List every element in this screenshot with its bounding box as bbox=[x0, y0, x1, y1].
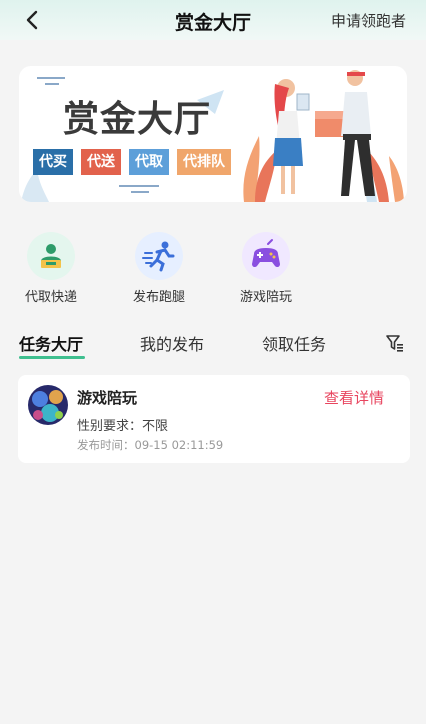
promo-banner[interactable]: 赏金大厅 代买 代送 代取 代排队 bbox=[19, 66, 407, 202]
category-errand[interactable]: 发布跑腿 bbox=[119, 232, 199, 305]
apply-runner-button[interactable]: 申请领跑者 bbox=[331, 10, 406, 31]
view-details-link[interactable]: 查看详情 bbox=[324, 387, 384, 408]
avatar bbox=[28, 385, 68, 425]
tag-queue: 代排队 bbox=[177, 149, 231, 175]
category-courier-label: 代取快递 bbox=[24, 290, 77, 305]
category-courier[interactable]: 代取快递 bbox=[11, 232, 91, 305]
gender-requirement: 性别要求：不限 bbox=[77, 419, 169, 434]
task-title: 游戏陪玩 bbox=[77, 389, 138, 407]
tab-claimed-tasks[interactable]: 领取任务 bbox=[262, 331, 326, 355]
tag-deliver: 代送 bbox=[81, 149, 121, 175]
runner-icon bbox=[135, 232, 183, 280]
gamepad-icon bbox=[242, 232, 290, 280]
publish-time: 发布时间：09-15 02:11:59 bbox=[77, 438, 224, 452]
tab-task-hall[interactable]: 任务大厅 bbox=[19, 331, 83, 355]
category-errand-label: 发布跑腿 bbox=[132, 290, 185, 305]
active-tab-indicator bbox=[19, 356, 85, 359]
header-bar: 赏金大厅 申请领跑者 bbox=[0, 0, 426, 40]
tab-my-posts[interactable]: 我的发布 bbox=[140, 331, 204, 355]
filter-icon[interactable] bbox=[385, 333, 405, 353]
tag-pickup: 代取 bbox=[129, 149, 169, 175]
tag-buy: 代买 bbox=[33, 149, 73, 175]
task-card[interactable]: 游戏陪玩 查看详情 性别要求：不限 发布时间：09-15 02:11:59 bbox=[18, 375, 410, 463]
banner-title: 赏金大厅 bbox=[63, 99, 212, 140]
courier-icon bbox=[27, 232, 75, 280]
category-game[interactable]: 游戏陪玩 bbox=[226, 232, 306, 305]
category-game-label: 游戏陪玩 bbox=[239, 290, 292, 305]
